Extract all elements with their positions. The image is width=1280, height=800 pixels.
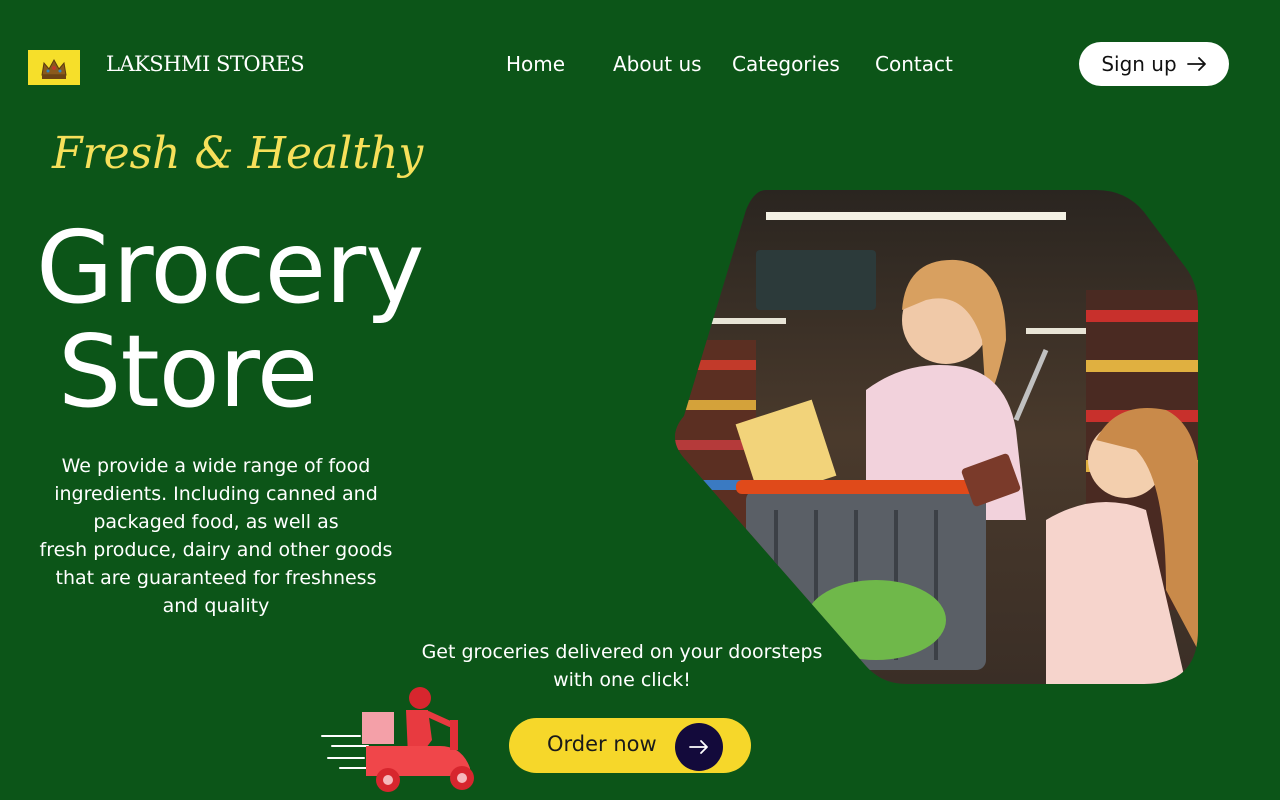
order-arrow-circle bbox=[675, 723, 723, 771]
delivery-scooter-icon bbox=[321, 687, 474, 792]
logo[interactable] bbox=[28, 50, 80, 85]
nav-about[interactable]: About us bbox=[613, 52, 702, 76]
description-line: fresh produce, dairy and other goods bbox=[39, 539, 393, 561]
description-line: and quality bbox=[162, 595, 270, 617]
description-line: ingredients. Including canned and bbox=[54, 483, 378, 505]
hero-title-line2: Store bbox=[58, 313, 318, 430]
nav-categories[interactable]: Categories bbox=[732, 52, 840, 76]
arrow-right-icon bbox=[1186, 57, 1206, 71]
signup-label: Sign up bbox=[1101, 52, 1177, 76]
brand-name: LAKSHMI STORES bbox=[106, 52, 305, 76]
hero-tagline: Fresh & Healthy bbox=[52, 128, 424, 179]
delivery-line: Get groceries delivered on your doorstep… bbox=[421, 641, 823, 663]
order-now-label: Order now bbox=[547, 732, 657, 756]
description-line: We provide a wide range of food bbox=[61, 455, 371, 477]
delivery-line: with one click! bbox=[553, 669, 691, 691]
description-line: that are guaranteed for freshness bbox=[55, 567, 377, 589]
hero-description: We provide a wide range of food ingredie… bbox=[26, 452, 406, 620]
signup-button[interactable]: Sign up bbox=[1079, 42, 1229, 86]
mother-daughter-shopping-photo bbox=[675, 190, 1198, 684]
hero-title-line1: Grocery bbox=[36, 209, 424, 326]
description-line: packaged food, as well as bbox=[93, 511, 339, 533]
crown-logo-icon bbox=[41, 58, 67, 79]
nav-contact[interactable]: Contact bbox=[875, 52, 953, 76]
order-now-button[interactable]: Order now bbox=[509, 718, 751, 773]
arrow-right-icon bbox=[689, 740, 708, 754]
nav-home[interactable]: Home bbox=[506, 52, 565, 76]
